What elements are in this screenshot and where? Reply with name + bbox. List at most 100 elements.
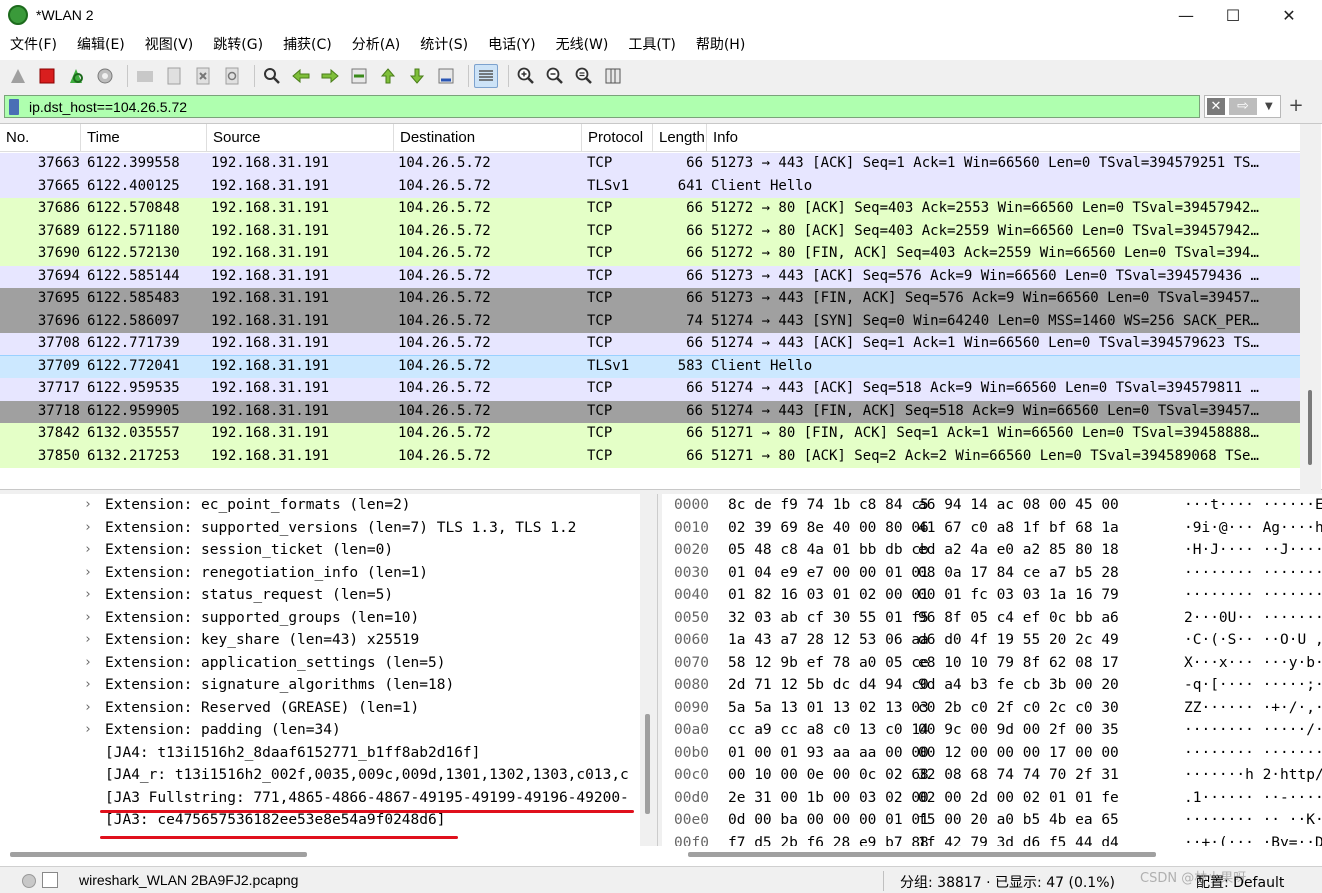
back-arrow-icon[interactable] bbox=[289, 64, 313, 88]
cell-destination: 104.26.5.72 bbox=[398, 380, 491, 396]
options-gear-icon[interactable] bbox=[93, 64, 117, 88]
capture-comment-icon[interactable] bbox=[42, 872, 58, 888]
add-filter-button[interactable]: + bbox=[1286, 95, 1306, 118]
expert-info-status-icon[interactable] bbox=[22, 874, 36, 888]
display-filter-input[interactable]: ip.dst_host==104.26.5.72 bbox=[4, 95, 1200, 118]
packet-row[interactable]: 37709 6122.772041 192.168.31.191 104.26.5.7… bbox=[0, 354, 1301, 379]
scrollbar-thumb[interactable] bbox=[1308, 390, 1312, 465]
bookmark-icon[interactable] bbox=[9, 98, 19, 115]
display-filter-bar: ip.dst_host==104.26.5.72 ✕ ⇨ ▼ + bbox=[0, 93, 1322, 120]
reload-icon[interactable] bbox=[220, 64, 244, 88]
hex-bytes-second: ed a2 4a e0 a2 85 80 18 bbox=[918, 542, 1119, 558]
cell-no: 37665 bbox=[37, 177, 80, 194]
details-scrollbar[interactable] bbox=[640, 494, 657, 846]
packet-row[interactable]: 37717 6122.959535 192.168.31.191 104.26.5.7… bbox=[0, 378, 1300, 401]
clear-filter-icon[interactable]: ✕ bbox=[1207, 98, 1225, 115]
packet-row[interactable]: 37696 6122.586097 192.168.31.191 104.26.5.7… bbox=[0, 310, 1300, 333]
open-folder-icon[interactable] bbox=[133, 64, 157, 88]
restart-icon[interactable] bbox=[64, 64, 88, 88]
cell-protocol: TCP bbox=[587, 402, 613, 419]
apply-filter-button[interactable]: ⇨ bbox=[1229, 98, 1257, 115]
cell-destination: 104.26.5.72 bbox=[398, 290, 491, 306]
packet-row[interactable]: 37686 6122.570848 192.168.31.191 104.26.5.7… bbox=[0, 198, 1300, 221]
column-header-time[interactable]: Time bbox=[81, 124, 207, 152]
find-icon[interactable] bbox=[260, 64, 284, 88]
toolbar-separator bbox=[254, 65, 255, 87]
column-header-length[interactable]: Length bbox=[653, 124, 707, 152]
detail-text: Extension: signature_algorithms (len=18) bbox=[105, 677, 455, 693]
menu-capture[interactable]: 捕获(C) bbox=[273, 30, 342, 60]
display-filter-text[interactable]: ip.dst_host==104.26.5.72 bbox=[29, 99, 187, 115]
forward-arrow-icon[interactable] bbox=[318, 64, 342, 88]
maximize-button[interactable]: ☐ bbox=[1210, 0, 1256, 30]
packet-row[interactable]: 37842 6132.035557 192.168.31.191 104.26.5.7… bbox=[0, 423, 1300, 446]
cell-info: 51272 → 80 [ACK] Seq=403 Ack=2559 Win=66… bbox=[711, 222, 1259, 239]
packet-row[interactable]: 37665 6122.400125 192.168.31.191 104.26.5.7… bbox=[0, 175, 1300, 198]
last-packet-icon[interactable] bbox=[405, 64, 429, 88]
menu-tools[interactable]: 工具(T) bbox=[618, 30, 685, 60]
column-header-info[interactable]: Info bbox=[707, 124, 1300, 152]
menu-file[interactable]: 文件(F) bbox=[0, 30, 67, 60]
column-header-destination[interactable]: Destination bbox=[394, 124, 582, 152]
expand-arrow-icon[interactable]: › bbox=[84, 655, 92, 670]
autoscroll-icon[interactable] bbox=[434, 64, 458, 88]
stop-icon[interactable] bbox=[35, 64, 59, 88]
save-file-icon[interactable] bbox=[162, 64, 186, 88]
menu-view[interactable]: 视图(V) bbox=[135, 30, 204, 60]
cell-info: 51274 → 443 [FIN, ACK] Seq=518 Ack=9 Win… bbox=[711, 402, 1259, 419]
capture-file-name: wireshark_WLAN 2BA9FJ2.pcapng bbox=[79, 872, 299, 888]
details-hscroll-thumb[interactable] bbox=[10, 852, 307, 857]
packet-row[interactable]: 37690 6122.572130 192.168.31.191 104.26.5.7… bbox=[0, 243, 1300, 266]
expand-arrow-icon[interactable]: › bbox=[84, 632, 92, 647]
expand-arrow-icon[interactable]: › bbox=[84, 610, 92, 625]
menu-analyze[interactable]: 分析(A) bbox=[342, 30, 411, 60]
first-packet-icon[interactable] bbox=[376, 64, 400, 88]
menu-edit[interactable]: 编辑(E) bbox=[67, 30, 135, 60]
zoom-normal-icon[interactable] bbox=[572, 64, 596, 88]
colorize-icon[interactable] bbox=[474, 64, 498, 88]
detail-text: Extension: supported_groups (len=10) bbox=[105, 609, 420, 626]
cell-info: 51271 → 80 [ACK] Seq=2 Ack=2 Win=66560 L… bbox=[711, 447, 1259, 464]
scrollbar-thumb[interactable] bbox=[645, 714, 650, 814]
hex-ascii: ········ ·······( bbox=[1184, 564, 1322, 581]
menu-wireless[interactable]: 无线(W) bbox=[546, 30, 619, 60]
packet-row[interactable]: 37850 6132.217253 192.168.31.191 104.26.5.7… bbox=[0, 445, 1300, 468]
column-header-source[interactable]: Source bbox=[207, 124, 394, 152]
cell-source: 192.168.31.191 bbox=[211, 447, 330, 464]
zoom-out-icon[interactable] bbox=[543, 64, 567, 88]
goto-packet-icon[interactable] bbox=[347, 64, 371, 88]
minimize-button[interactable]: — bbox=[1163, 0, 1209, 30]
expand-arrow-icon[interactable]: › bbox=[84, 542, 92, 557]
expand-arrow-icon[interactable]: › bbox=[84, 520, 92, 535]
cell-info: 51274 → 443 [ACK] Seq=1 Ack=1 Win=66560 … bbox=[711, 335, 1259, 351]
expand-arrow-icon[interactable]: › bbox=[84, 700, 92, 715]
expand-arrow-icon[interactable]: › bbox=[84, 677, 92, 692]
column-header-no[interactable]: No. bbox=[0, 124, 81, 152]
resize-columns-icon[interactable] bbox=[601, 64, 625, 88]
filter-history-dropdown-icon[interactable]: ▼ bbox=[1265, 101, 1273, 112]
expand-arrow-icon[interactable]: › bbox=[84, 722, 92, 737]
menu-telephony[interactable]: 电话(Y) bbox=[478, 30, 545, 60]
expand-arrow-icon[interactable]: › bbox=[84, 565, 92, 580]
menu-go[interactable]: 跳转(G) bbox=[203, 30, 273, 60]
packet-row[interactable]: 37695 6122.585483 192.168.31.191 104.26.5.7… bbox=[0, 288, 1300, 311]
expand-arrow-icon[interactable]: › bbox=[84, 497, 92, 512]
profile-label[interactable]: 配置: Default bbox=[1196, 872, 1284, 892]
expand-arrow-icon[interactable]: › bbox=[84, 587, 92, 602]
packet-row[interactable]: 37718 6122.959905 192.168.31.191 104.26.5.7… bbox=[0, 400, 1300, 423]
column-header-protocol[interactable]: Protocol bbox=[582, 124, 653, 152]
hex-bytes-second: 08 0a 17 84 ce a7 b5 28 bbox=[918, 564, 1119, 581]
menu-statistics[interactable]: 统计(S) bbox=[410, 30, 478, 60]
menu-help[interactable]: 帮助(H) bbox=[686, 30, 755, 60]
packet-row[interactable]: 37708 6122.771739 192.168.31.191 104.26.5.7… bbox=[0, 333, 1300, 356]
zoom-in-icon[interactable] bbox=[514, 64, 538, 88]
packet-list-scrollbar[interactable] bbox=[1300, 124, 1321, 491]
packet-row[interactable]: 37694 6122.585144 192.168.31.191 104.26.5.7… bbox=[0, 265, 1300, 288]
shark-fin-start-icon[interactable] bbox=[6, 64, 30, 88]
packet-row[interactable]: 37663 6122.399558 192.168.31.191 104.26.5.7… bbox=[0, 153, 1300, 176]
close-button[interactable]: ✕ bbox=[1266, 0, 1312, 30]
close-file-icon[interactable] bbox=[191, 64, 215, 88]
red-underline-ja3 bbox=[100, 836, 458, 839]
packet-row[interactable]: 37689 6122.571180 192.168.31.191 104.26.5.7… bbox=[0, 220, 1300, 243]
bytes-hscroll-thumb[interactable] bbox=[688, 852, 1156, 857]
